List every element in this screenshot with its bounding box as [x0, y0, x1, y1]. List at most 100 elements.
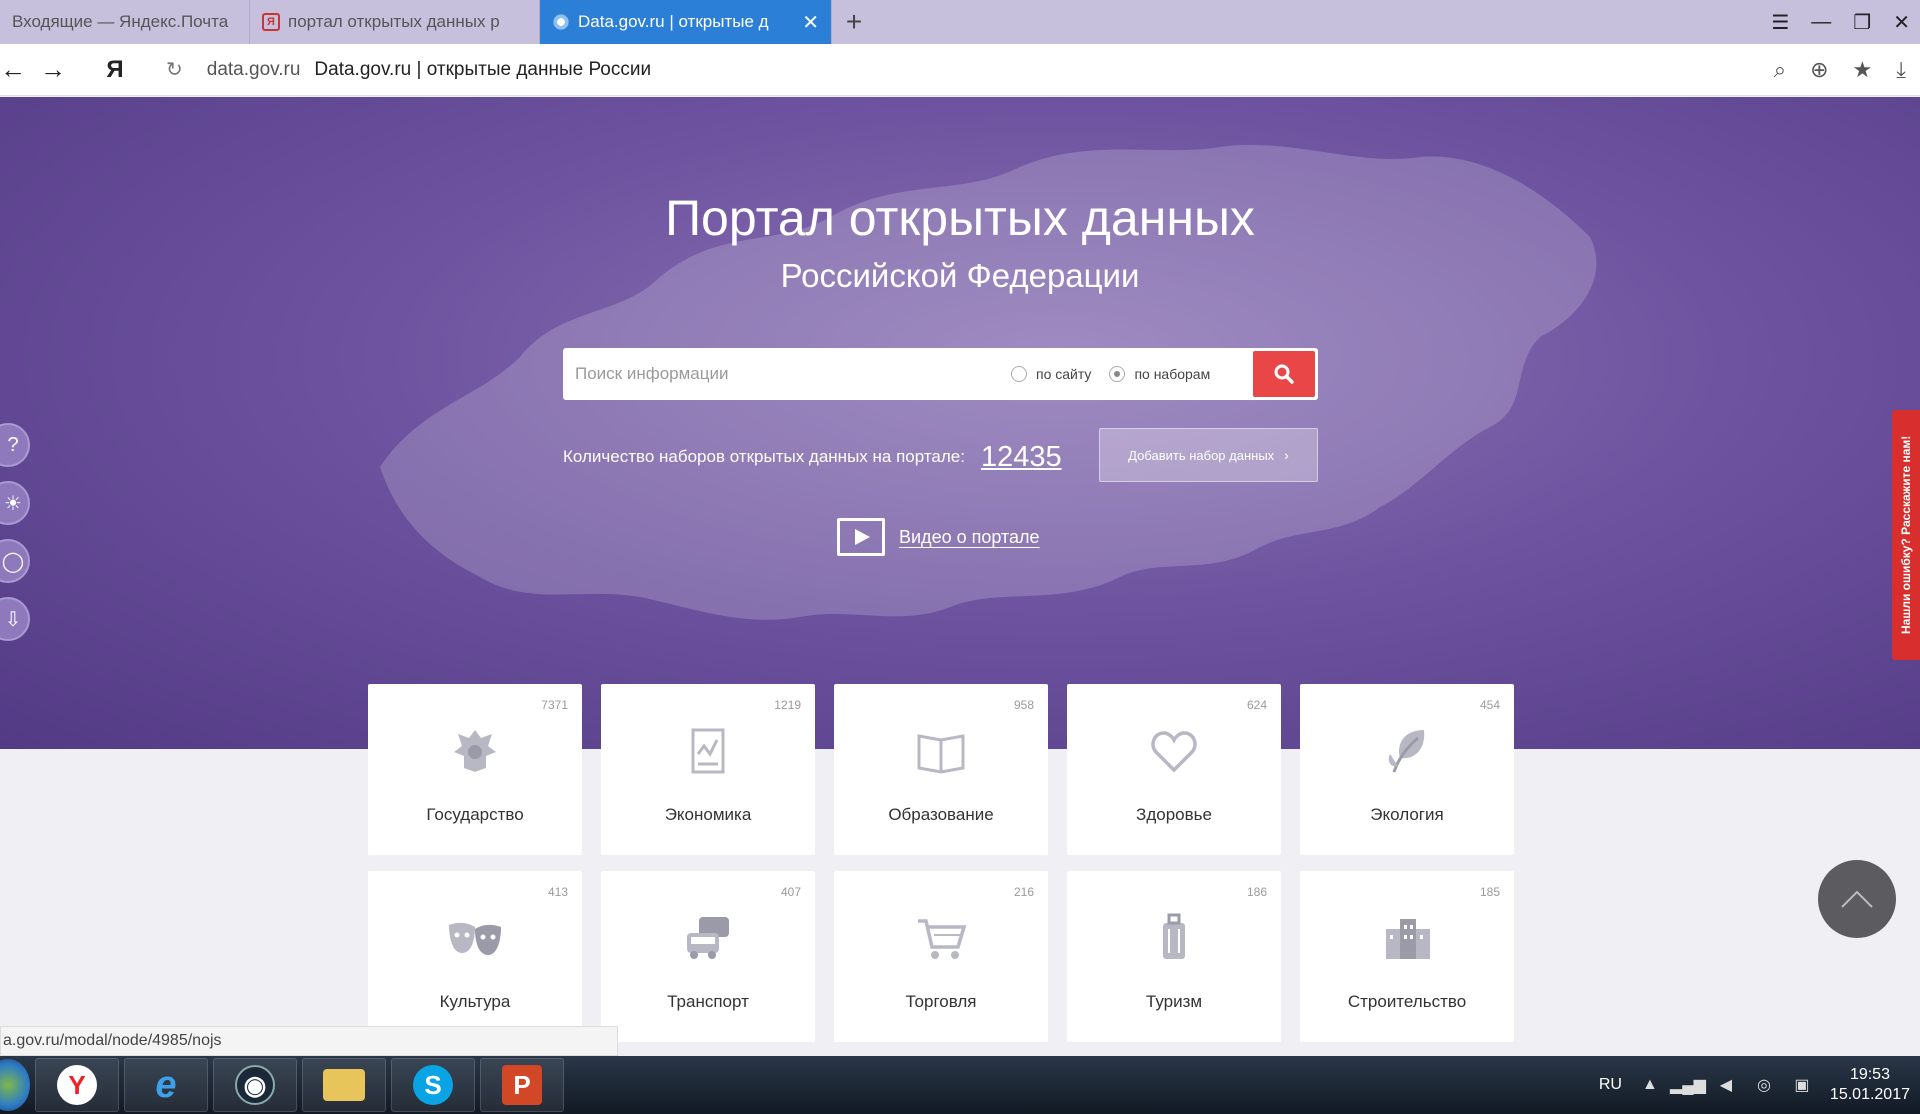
category-card-state[interactable]: 7371 Государство [368, 684, 582, 855]
menu-icon[interactable]: ☰ [1771, 10, 1789, 35]
radio-site-dot[interactable] [1011, 366, 1027, 382]
category-card-tourism[interactable]: 186 Туризм [1067, 871, 1281, 1042]
clock-time: 19:53 [1849, 1066, 1890, 1083]
category-card-culture[interactable]: 413 Культура [368, 871, 582, 1042]
radio-site[interactable]: по сайту [1011, 366, 1091, 382]
taskbar-powerpoint[interactable]: P [480, 1058, 564, 1112]
taskbar-yandex-browser[interactable]: Y [35, 1058, 119, 1112]
comment-icon[interactable]: ◯ [0, 539, 30, 583]
taskbar-ie[interactable]: e [124, 1058, 208, 1112]
add-dataset-button[interactable]: Добавить набор данных › [1099, 428, 1318, 482]
category-label: Здоровье [1136, 805, 1212, 824]
download-icon[interactable]: ⤓ [1896, 57, 1906, 83]
skype-icon: S [413, 1065, 453, 1105]
category-count: 958 [1013, 698, 1034, 712]
close-window-icon[interactable]: ✕ [1893, 10, 1910, 35]
taskbar-skype[interactable]: S [391, 1058, 475, 1112]
tab-label: Data.gov.ru | открытые д [578, 12, 769, 31]
category-label: Культура [439, 992, 511, 1011]
category-count: 454 [1479, 698, 1500, 712]
internet-explorer-icon: e [155, 1063, 177, 1106]
side-toolbar: ? ☀ ◯ ⇩ [0, 423, 30, 641]
powerpoint-icon: P [502, 1065, 542, 1105]
heart-icon [1067, 724, 1281, 778]
page-title: Data.gov.ru | открытые данные России [314, 58, 652, 80]
category-label: Торговля [905, 992, 977, 1011]
protect-icon[interactable]: ⊕ [1810, 57, 1828, 83]
leaf-icon [1300, 724, 1514, 778]
radio-datasets[interactable]: по наборам [1109, 366, 1210, 382]
idea-icon[interactable]: ☀ [0, 481, 30, 525]
search-button[interactable] [1253, 351, 1315, 397]
volume-muted-icon[interactable]: ◀ [1716, 1075, 1736, 1095]
restore-icon[interactable]: ❐ [1853, 10, 1871, 35]
download-data-icon[interactable]: ⇩ [0, 597, 30, 641]
tab-yandex-mail[interactable]: Входящие — Яндекс.Почта [0, 0, 250, 44]
reload-icon[interactable]: ↻ [166, 57, 183, 82]
bookmark-star-icon[interactable]: ★ [1853, 57, 1873, 83]
video-play-icon [837, 518, 885, 556]
close-tab-icon[interactable]: ✕ [802, 10, 819, 35]
category-count: 185 [1479, 885, 1500, 899]
tab-label: Входящие — Яндекс.Почта [12, 12, 229, 31]
taskbar-explorer[interactable] [302, 1058, 386, 1112]
steam-icon: ◉ [235, 1065, 275, 1105]
category-count: 1219 [774, 698, 801, 712]
category-card-transport[interactable]: 407 Транспорт [601, 871, 815, 1042]
dataset-count-row: Количество наборов открытых данных на по… [563, 428, 1318, 486]
search-icon [1274, 364, 1294, 384]
feedback-tab[interactable]: Нашли ошибку? Расскажите нам! [1892, 410, 1920, 660]
chevron-up-icon [1841, 890, 1873, 908]
category-card-economy[interactable]: 1219 Экономика [601, 684, 815, 855]
emblem-icon [368, 724, 582, 778]
video-link[interactable]: Видео о портале [837, 518, 1040, 556]
back-icon[interactable]: ← [0, 54, 26, 85]
category-count: 216 [1013, 885, 1034, 899]
tab-data-gov[interactable]: Data.gov.ru | открытые д ✕ [540, 0, 832, 44]
category-label: Образование [888, 805, 994, 824]
system-tray: RU ▲ ▂▄▆ ◀ ◎ ▣ 19:53 15.01.2017 [1599, 1056, 1920, 1114]
taskbar-steam[interactable]: ◉ [213, 1058, 297, 1112]
yandex-browser-icon: Y [57, 1065, 97, 1105]
add-dataset-label: Добавить набор данных [1128, 447, 1275, 463]
folder-icon [323, 1069, 365, 1101]
forward-icon[interactable]: → [22, 54, 84, 85]
address-actions: ⌕ ⊕ ★ ⤓ [1774, 57, 1906, 83]
language-indicator[interactable]: RU [1599, 1076, 1622, 1094]
start-button[interactable] [0, 1059, 30, 1111]
scroll-to-top-button[interactable] [1818, 860, 1896, 938]
url-field[interactable]: ↻ data.gov.ru Data.gov.ru | открытые дан… [166, 57, 1774, 82]
dataset-count-link[interactable]: 12435 [981, 441, 1062, 474]
building-icon [1300, 911, 1514, 965]
category-label: Государство [426, 805, 524, 824]
tray-expand-icon[interactable]: ▲ [1640, 1075, 1660, 1095]
network-icon[interactable]: ▂▄▆ [1670, 1075, 1706, 1095]
search-page-icon[interactable]: ⌕ [1774, 57, 1786, 83]
clock[interactable]: 19:53 15.01.2017 [1830, 1065, 1910, 1105]
tab-portal-search[interactable]: Я портал открытых данных р [250, 0, 540, 44]
help-icon[interactable]: ? [0, 423, 30, 467]
minimize-icon[interactable]: — [1811, 11, 1831, 34]
search-input[interactable] [563, 348, 993, 400]
category-card-education[interactable]: 958 Образование [834, 684, 1048, 855]
yandex-home-icon[interactable]: Я [84, 56, 146, 84]
search-box: по сайту по наборам [563, 348, 1318, 400]
category-card-trade[interactable]: 216 Торговля [834, 871, 1048, 1042]
radio-datasets-dot[interactable] [1109, 366, 1126, 382]
new-tab-button[interactable]: + [832, 0, 876, 44]
category-card-ecology[interactable]: 454 Экология [1300, 684, 1514, 855]
category-label: Экономика [664, 805, 752, 824]
clipboard-icon[interactable]: ▣ [1792, 1075, 1812, 1095]
category-card-health[interactable]: 624 Здоровье [1067, 684, 1281, 855]
hero-subtitle: Российской Федерации [780, 257, 1140, 294]
chevron-right-icon: › [1284, 447, 1289, 463]
radio-site-label: по сайту [1036, 366, 1092, 382]
category-label: Туризм [1145, 992, 1203, 1011]
sync-icon[interactable]: ◎ [1754, 1075, 1774, 1095]
hero-title: Портал открытых данных [665, 190, 1255, 246]
category-card-construction[interactable]: 185 Строительство [1300, 871, 1514, 1042]
tab-label: портал открытых данных р [288, 12, 500, 31]
report-icon [601, 724, 815, 778]
book-icon [834, 724, 1048, 778]
radio-datasets-label: по наборам [1134, 366, 1211, 382]
